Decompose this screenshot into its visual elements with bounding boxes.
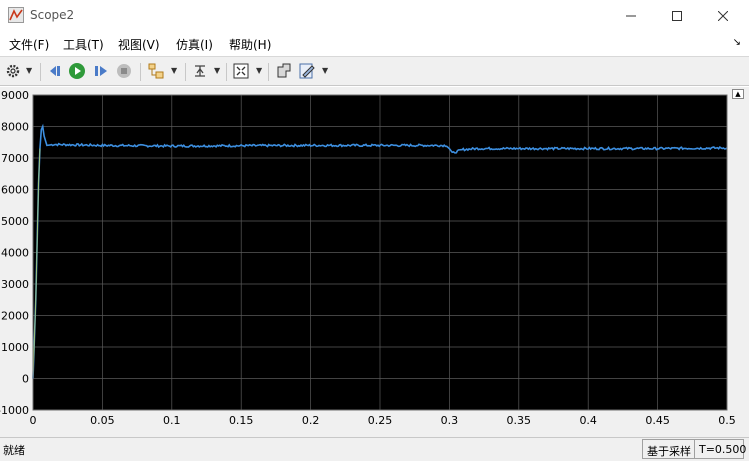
menu-bar: 文件(F) 工具(T) 视图(V) 仿真(I) 帮助(H) ↘ [0, 31, 749, 55]
window-title: Scope2 [30, 8, 75, 22]
stop-button[interactable] [115, 62, 133, 80]
stop-icon [117, 64, 131, 78]
menu-help[interactable]: 帮助(H) [229, 36, 271, 53]
close-icon [718, 10, 728, 21]
gear-icon [6, 64, 20, 78]
x-tick-label: 0.4 [579, 414, 597, 427]
autoscale-button[interactable] [232, 62, 250, 80]
x-tick-label: 0.35 [507, 414, 532, 427]
x-tick-labels: 0 0.05 0.1 0.15 0.2 0.25 0.3 0.35 0.4 0.45 0.5 [30, 414, 736, 427]
toolbar-separator [140, 63, 141, 81]
x-tick-label: 0 [30, 414, 37, 427]
y-tick-label: 4000 [1, 247, 29, 260]
settings-button[interactable] [4, 62, 22, 80]
sample-mode-indicator: 基于采样 [642, 439, 696, 459]
y-tick-label: 2000 [1, 310, 29, 323]
style-icon [299, 63, 315, 79]
menu-view[interactable]: 视图(V) [118, 36, 160, 53]
triggers-button[interactable] [191, 62, 209, 80]
highlight-dropdown-icon[interactable]: ▼ [171, 66, 177, 75]
y-tick-label: 9000 [1, 89, 29, 102]
menu-tools[interactable]: 工具(T) [63, 36, 104, 53]
maximize-button[interactable] [654, 0, 700, 31]
close-button[interactable] [700, 0, 746, 31]
scope-app-icon [8, 7, 24, 23]
x-tick-label: 0.15 [229, 414, 254, 427]
y-tick-label: 3000 [1, 278, 29, 291]
run-icon [69, 63, 85, 79]
step-forward-icon [95, 66, 107, 76]
y-tick-label: 6000 [1, 184, 29, 197]
style-dropdown-icon[interactable]: ▼ [322, 66, 328, 75]
highlight-block-icon [148, 63, 164, 79]
triggers-dropdown-icon[interactable]: ▼ [214, 66, 220, 75]
step-back-icon [50, 66, 60, 76]
y-tick-label: 8000 [1, 121, 29, 134]
status-bar: 就绪 基于采样 T=0.500 [0, 437, 749, 461]
style-button[interactable] [298, 62, 316, 80]
x-tick-label: 0.3 [441, 414, 459, 427]
run-button[interactable] [68, 62, 86, 80]
toolbar-separator [268, 63, 269, 81]
step-back-button[interactable] [46, 62, 64, 80]
y-tick-label: 1000 [1, 341, 29, 354]
y-tick-labels: -1000 0 1000 2000 3000 4000 5000 6000 7000 8000 90… [0, 89, 29, 417]
scope-axes[interactable]: -100001000200030004000500060007000800090… [0, 87, 749, 437]
x-tick-label: 0.1 [163, 414, 181, 427]
y-tick-label: 7000 [1, 152, 29, 165]
x-tick-label: 0.25 [368, 414, 393, 427]
cursor-measure-icon [277, 63, 291, 78]
y-tick-label: 0 [22, 373, 29, 386]
y-tick-label: 5000 [1, 215, 29, 228]
x-tick-label: 0.5 [718, 414, 736, 427]
x-tick-label: 0.45 [645, 414, 670, 427]
simulation-time: T=0.500 [694, 439, 746, 459]
menu-simulation[interactable]: 仿真(I) [176, 36, 213, 53]
x-tick-label: 0.05 [90, 414, 115, 427]
toolbar: ▼ ▼ ▼ ▼ ▼ [0, 56, 749, 86]
highlight-block-button[interactable] [147, 62, 165, 80]
status-ready: 就绪 [3, 444, 25, 457]
scope-plot-area: -1000 0 1000 2000 3000 4000 5000 6000 7000 8000 90… [0, 87, 749, 437]
autoscale-dropdown-icon[interactable]: ▼ [256, 66, 262, 75]
toolbar-separator [40, 63, 41, 81]
cursor-measure-button[interactable] [275, 62, 293, 80]
minimize-icon [626, 15, 636, 16]
menu-chevron-icon[interactable]: ↘ [733, 37, 741, 48]
step-forward-button[interactable] [92, 62, 110, 80]
triggers-icon [195, 65, 205, 77]
expand-axes-button[interactable]: ▲ [732, 89, 744, 99]
toolbar-separator [226, 63, 227, 81]
x-tick-label: 0.2 [302, 414, 320, 427]
menu-file[interactable]: 文件(F) [9, 36, 49, 53]
maximize-icon [672, 10, 682, 21]
minimize-button[interactable] [608, 0, 654, 31]
y-tick-label: -1000 [0, 404, 29, 417]
title-bar: Scope2 [0, 0, 749, 31]
toolbar-separator [185, 63, 186, 81]
settings-dropdown-icon[interactable]: ▼ [26, 66, 32, 75]
autoscale-icon [233, 63, 249, 79]
